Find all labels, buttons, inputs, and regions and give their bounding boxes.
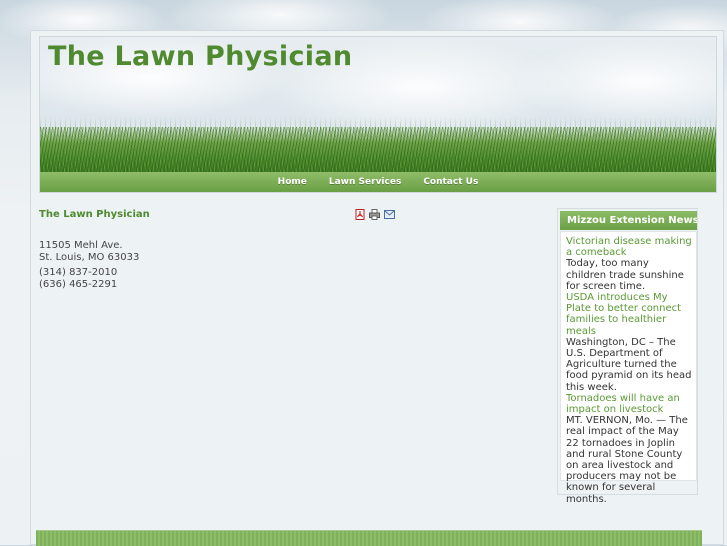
site-title[interactable]: The Lawn Physician: [48, 41, 352, 72]
address-city: St. Louis, MO 63033: [39, 251, 140, 263]
news-sidebar: Mizzou Extension News Victorian disease …: [557, 208, 698, 505]
main-nav: Home Lawn Services Contact Us: [40, 172, 716, 192]
pdf-icon[interactable]: [354, 209, 365, 220]
content-title: The Lawn Physician: [39, 209, 150, 220]
news-module-title: Mizzou Extension News: [560, 211, 697, 230]
contact-address: 11505 Mehl Ave. St. Louis, MO 63033 (314…: [39, 240, 139, 290]
header-grass-image: [40, 127, 716, 172]
news-summary-3: MT. VERNON, Mo. — The real impact of the…: [566, 415, 688, 505]
news-list: Victorian disease making a comeback Toda…: [560, 231, 697, 505]
print-icon[interactable]: [369, 209, 380, 220]
address-street: 11505 Mehl Ave.: [39, 240, 123, 251]
article-tools: [354, 209, 395, 220]
email-icon[interactable]: [384, 209, 395, 220]
news-summary-2: Washington, DC – The U.S. Department of …: [566, 336, 692, 393]
news-link-1[interactable]: Victorian disease making a comeback: [566, 236, 692, 258]
phone-primary: (314) 837-2010: [39, 267, 118, 278]
site-header: The Lawn Physician Home Lawn Services Co…: [39, 36, 717, 193]
phone-block: (314) 837-2010 (636) 465-2291: [39, 267, 139, 290]
phone-secondary: (636) 465-2291: [39, 278, 118, 290]
news-link-3[interactable]: Tornadoes will have an impact on livesto…: [566, 393, 692, 415]
news-link-2[interactable]: USDA introduces My Plate to better conne…: [566, 292, 692, 337]
nav-home[interactable]: Home: [278, 177, 307, 187]
footer-bar: [36, 530, 702, 546]
nav-lawn-services[interactable]: Lawn Services: [329, 177, 401, 187]
nav-contact-us[interactable]: Contact Us: [423, 177, 478, 187]
news-summary-1: Today, too many children trade sunshine …: [566, 258, 684, 292]
